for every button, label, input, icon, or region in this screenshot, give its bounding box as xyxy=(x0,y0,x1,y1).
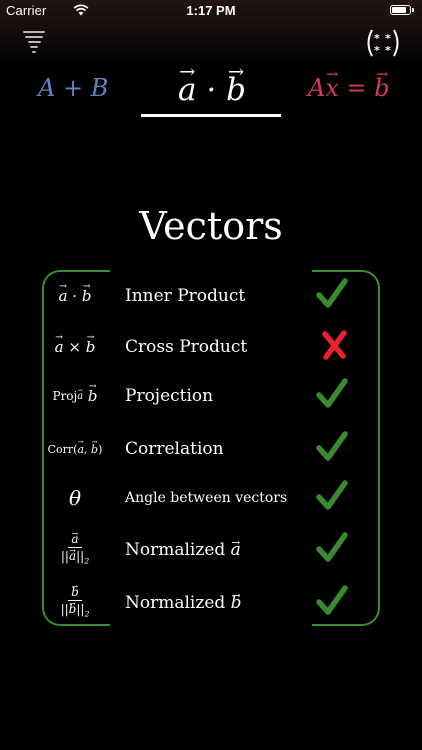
checkmark-icon xyxy=(316,278,348,308)
status-time: 1:17 PM xyxy=(186,3,236,18)
symbol-theta: θ xyxy=(68,486,82,510)
operation-row-normalized-b[interactable]: b||b||2 Normalized b xyxy=(0,572,422,627)
tab-selected-underline xyxy=(141,114,281,117)
symbol-inner-product: a · b xyxy=(44,272,106,320)
cross-icon xyxy=(322,330,347,360)
label-inner-product: Inner Product xyxy=(125,286,246,306)
checkmark-icon xyxy=(316,378,348,408)
tornado-icon[interactable] xyxy=(22,28,46,56)
operation-row-correlation[interactable]: Corr(a, b) Correlation xyxy=(0,425,422,473)
operation-row-inner-product[interactable]: a · b Inner Product xyxy=(0,272,422,320)
svg-text:*: * xyxy=(385,44,391,57)
label-normalized-b: Normalized b xyxy=(125,572,242,627)
label-correlation: Correlation xyxy=(125,439,224,459)
operation-row-projection[interactable]: Proja b Projection xyxy=(0,372,422,420)
symbol-normalized-b: b||b||2 xyxy=(44,579,106,627)
label-angle: Angle between vectors xyxy=(125,490,288,506)
label-cross-product: Cross Product xyxy=(125,337,248,357)
label-projection: Projection xyxy=(125,386,214,406)
tab-dot-product[interactable]: a · b xyxy=(142,60,282,108)
symbol-projection: Proja b xyxy=(44,372,106,420)
checkmark-icon xyxy=(316,480,348,510)
checkmark-icon xyxy=(316,532,348,562)
checkmark-icon xyxy=(316,585,348,615)
tab-dot-label: a · b xyxy=(178,60,246,108)
checkmark-icon xyxy=(316,431,348,461)
operation-row-angle[interactable]: θ Angle between vectors xyxy=(0,474,422,522)
label-normalized-a: Normalized a xyxy=(125,519,241,574)
symbol-correlation: Corr(a, b) xyxy=(44,425,106,473)
operation-row-normalized-a[interactable]: a||a||2 Normalized a xyxy=(0,519,422,574)
tab-sum-label: A + B xyxy=(38,74,109,102)
operation-row-cross-product[interactable]: a × b Cross Product xyxy=(0,323,422,371)
page-title: Vectors xyxy=(139,204,283,248)
tab-linear-system[interactable]: Ax = b xyxy=(308,65,390,102)
symbol-normalized-a: a||a||2 xyxy=(44,526,106,574)
symbol-cross-product: a × b xyxy=(44,323,106,371)
tab-sys-label: Ax = b xyxy=(308,65,390,102)
svg-text:*: * xyxy=(374,44,380,57)
status-bar: Carrier 1:17 PM xyxy=(0,0,422,22)
battery-icon xyxy=(390,5,414,15)
tab-sum[interactable]: A + B xyxy=(38,74,108,102)
operators-grid-icon[interactable]: * * * * xyxy=(364,27,402,59)
